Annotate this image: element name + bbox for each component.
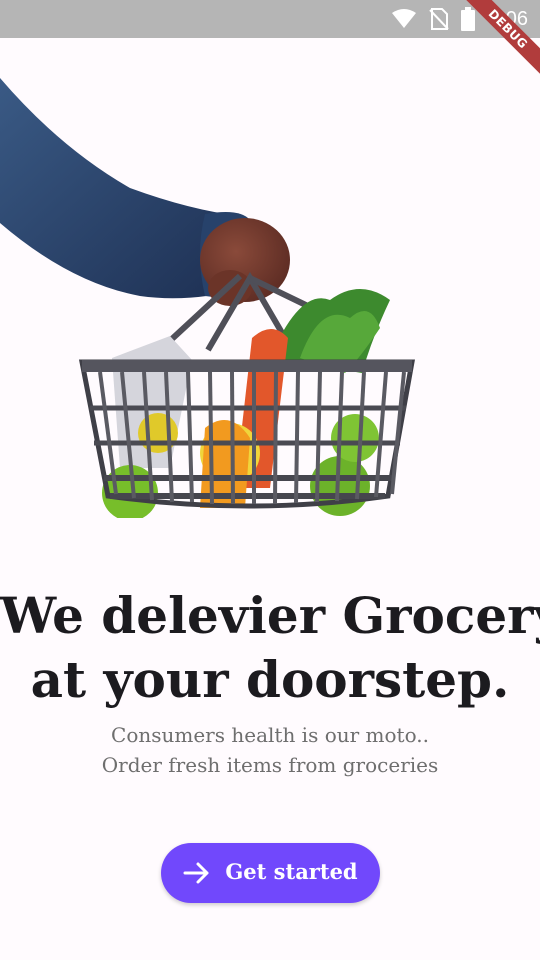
headline: We delevier Grocery at your doorstep.: [0, 584, 540, 712]
lemon: [138, 413, 178, 453]
status-time: 3:06: [489, 7, 528, 30]
wifi-icon: [392, 9, 417, 28]
subtitle-line-1: Consumers health is our moto..: [111, 723, 429, 747]
subtitle: Consumers health is our moto.. Order fre…: [0, 720, 540, 780]
get-started-label: Get started: [225, 858, 358, 884]
headline-line-1: We delevier Grocery: [0, 586, 540, 645]
status-icons: 3:06: [391, 0, 528, 38]
status-bar: 3:06: [0, 0, 540, 38]
headline-line-2: at your doorstep.: [30, 650, 510, 709]
grocery-basket-illustration: [0, 78, 415, 518]
battery-icon: [461, 7, 476, 31]
subtitle-line-2: Order fresh items from groceries: [101, 753, 439, 777]
no-sim-icon: [429, 8, 449, 30]
get-started-button[interactable]: Get started: [161, 843, 380, 903]
arrow-right-icon: [183, 862, 209, 884]
